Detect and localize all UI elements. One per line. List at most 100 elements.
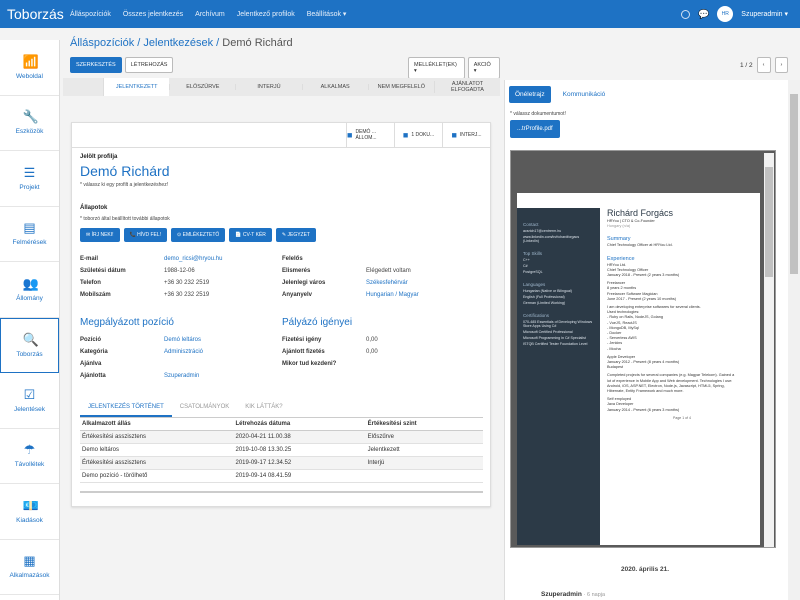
detail-row: E-mail demo_ricsi@hryou.hu: [80, 253, 280, 265]
detail-label: Kategória: [80, 349, 108, 355]
detail-value[interactable]: Székesfehérvár: [366, 277, 408, 289]
sidebar-item-projekt[interactable]: ☰ Projekt: [0, 151, 59, 207]
right-tabs: Önéletrajz Kommunikáció: [509, 86, 611, 103]
claims-title: Pályázó igényei: [282, 317, 353, 328]
detail-label: Születési dátum: [80, 268, 126, 274]
step-3[interactable]: ALKALMAS: [301, 84, 368, 90]
step-0[interactable]: JELENTKEZETT: [103, 78, 170, 96]
applicant-name[interactable]: Demó Richárd: [80, 163, 169, 179]
table-row[interactable]: Demo pozíció - törölhető 2019-09-14 08.41…: [80, 469, 483, 483]
breadcrumb: Álláspozíciók / Jelentkezések / Demó Ric…: [70, 37, 293, 49]
sidebar-item-alkalmazások[interactable]: ▦ Alkalmazások: [0, 540, 59, 595]
detail-label: Felelős: [282, 256, 303, 262]
card-header-item[interactable]: ■ INTERJ...: [442, 123, 490, 147]
detail-label: Mobilszám: [80, 292, 111, 298]
app-brand[interactable]: Toborzás: [0, 6, 64, 22]
table-row[interactable]: Demo leltáros 2019-10-08 13.30.25 Jelentke…: [80, 443, 483, 457]
cv-sidebar-line: Microsoft Certified Professional: [523, 330, 573, 334]
action-button-3[interactable]: 📄 CV-T KÉR: [229, 228, 272, 242]
chat-icon[interactable]: 💬: [698, 9, 709, 20]
cv-sidebar-line: ISTQB Certified Tester Foundation Level: [523, 342, 588, 346]
detail-value[interactable]: demo_ricsi@hryou.hu: [164, 253, 222, 265]
table-cell: Demo pozíció - törölhető: [80, 469, 234, 483]
next-button[interactable]: ›: [774, 57, 789, 73]
detail-label: Anyanyelv: [282, 292, 313, 298]
sidebar-item-kiadások[interactable]: 💶 Kiadások: [0, 484, 59, 540]
card-header-item[interactable]: ■ DEMÓ ... ÁLLOM...: [346, 123, 394, 147]
breadcrumb-positions[interactable]: Álláspozíciók: [70, 37, 134, 49]
action-button-4[interactable]: ✎ JEGYZET: [275, 228, 316, 242]
table-cell: Értékesítési asszisztens: [80, 456, 234, 470]
cv-sidebar-line: English (Full Professional): [523, 295, 565, 299]
action-button-2[interactable]: ⊙ EMLÉKEZTETŐ: [171, 228, 226, 242]
topnav-item-1[interactable]: Összes jelentkezés: [117, 11, 189, 18]
sidebar-item-állomány[interactable]: 👥 Állomány: [0, 262, 59, 318]
sidebar-item-felmérések[interactable]: ▤ Felmérések: [0, 207, 59, 262]
detail-row: Anyanyelv Hungarian / Magyar: [282, 289, 482, 301]
history-tab-1[interactable]: CSATOLMÁNYOK: [172, 399, 237, 417]
detail-value[interactable]: Adminisztráció: [164, 346, 203, 358]
sidebar-item-label: Toborzás: [16, 350, 43, 358]
cv-summary: Chief Technology Officer at HRYou Ltd.: [607, 243, 673, 248]
breadcrumb-applications[interactable]: Jelentkezések: [143, 37, 213, 49]
topnav-item-3[interactable]: Jelentkező profilok: [231, 11, 301, 18]
table-row[interactable]: Értékesítési asszisztens 2019-09-17 12.34…: [80, 456, 483, 470]
detail-value: +36 30 232 2519: [164, 280, 210, 286]
detail-label: Pozíció: [80, 337, 102, 343]
history-tab-0[interactable]: JELENTKEZÉS TÖRTÉNET: [80, 399, 172, 417]
window-scrollbar[interactable]: [788, 80, 800, 600]
right-tab-1[interactable]: Kommunikáció: [557, 86, 612, 103]
action-dropdown[interactable]: AKCIÓ ▾: [467, 57, 500, 79]
claims-rows: Fizetési igény 0,00 Ajánlott fizetés 0,00 Mi…: [282, 334, 482, 370]
states-note: * toborzó által beállított további állap…: [80, 216, 170, 222]
user-menu[interactable]: Szuperadmin ▾: [741, 10, 788, 18]
comm-author[interactable]: Szuperadmin: [541, 591, 582, 598]
card-header-item[interactable]: ■ 1 DOKU...: [394, 123, 442, 147]
action-button-0[interactable]: ✉ ÍRJ NEKI!: [80, 228, 120, 242]
pdf-scrollbar[interactable]: [764, 153, 774, 547]
cv-sidebar-line: 070-485 Essentials of Developing Windows…: [523, 320, 593, 328]
user-icon: ■: [347, 130, 353, 140]
attachments-dropdown[interactable]: MELLÉKLET(EK) ▾: [408, 57, 465, 79]
sidebar-item-eszközök[interactable]: 🔧 Eszközök: [0, 96, 59, 151]
states-title: Állapotok: [80, 205, 108, 211]
step-4[interactable]: NEM MEGFELELŐ: [367, 84, 434, 90]
right-tab-0[interactable]: Önéletrajz: [509, 86, 551, 103]
detail-value: 1988-12-06: [164, 268, 195, 274]
applicant-card: ■ DEMÓ ... ÁLLOM... ■ 1 DOKU... ■ INTERJ... J…: [71, 122, 491, 507]
detail-value[interactable]: Demó leltáros: [164, 334, 201, 346]
table-row[interactable]: Értékesítési asszisztens 2020-04-21 11.00…: [80, 430, 483, 444]
detail-value[interactable]: Hungarian / Magyar: [366, 289, 419, 301]
sidebar-item-label: Jelentések: [13, 405, 46, 413]
card-header-text: DEMÓ ... ÁLLOM...: [355, 129, 377, 141]
step-1[interactable]: ELŐSZŰRVE: [169, 84, 235, 90]
detail-label: Ajánlva: [80, 361, 102, 367]
avatar[interactable]: HR: [717, 6, 734, 22]
history-tab-2[interactable]: KIK LÁTTÁK?: [237, 399, 290, 417]
step-5[interactable]: AJÁNLATOT ELFOGADTA: [433, 81, 500, 93]
sidebar-item-jelentések[interactable]: ☑ Jelentések: [0, 373, 59, 429]
pdf-viewer[interactable]: Contact acsrich17@centrerm.hu www.linkedin…: [510, 150, 776, 548]
list-icon: ☰: [23, 164, 36, 180]
detail-row: Fizetési igény 0,00: [282, 334, 482, 346]
wrench-icon: 🔧: [22, 109, 39, 125]
action-button-1[interactable]: 📞 HÍVD FEL!: [123, 228, 168, 242]
clock-icon[interactable]: [681, 9, 691, 19]
sidebar-item-toborzás[interactable]: 🔍 Toborzás: [0, 317, 59, 373]
table-cell: Előszűrve: [365, 430, 483, 444]
profile-section-title: Jelölt profilja: [80, 154, 118, 160]
detail-value[interactable]: Szuperadmin: [164, 370, 199, 382]
prev-button[interactable]: ‹: [756, 57, 771, 73]
create-button[interactable]: LÉTREHOZÁS: [124, 57, 174, 73]
pdf-file-button[interactable]: ...trProfile.pdf: [510, 120, 560, 138]
checkbox-icon: ☑: [23, 386, 36, 402]
step-2[interactable]: INTERJÚ: [235, 84, 301, 90]
edit-button[interactable]: SZERKESZTÉS: [70, 57, 122, 73]
sidebar-item-weboldal[interactable]: 📶 Weboldal: [0, 40, 59, 96]
detail-row: Kategória Adminisztráció: [80, 346, 280, 358]
topnav-item-2[interactable]: Archívum: [189, 11, 231, 18]
topnav-item-4[interactable]: Beállítások ▾: [301, 10, 353, 18]
sidebar-item-távollétek[interactable]: ☂ Távollétek: [0, 429, 59, 484]
cv-page-number: Page 1 of 4: [673, 415, 691, 420]
topnav-item-0[interactable]: Álláspozíciók: [64, 11, 117, 18]
